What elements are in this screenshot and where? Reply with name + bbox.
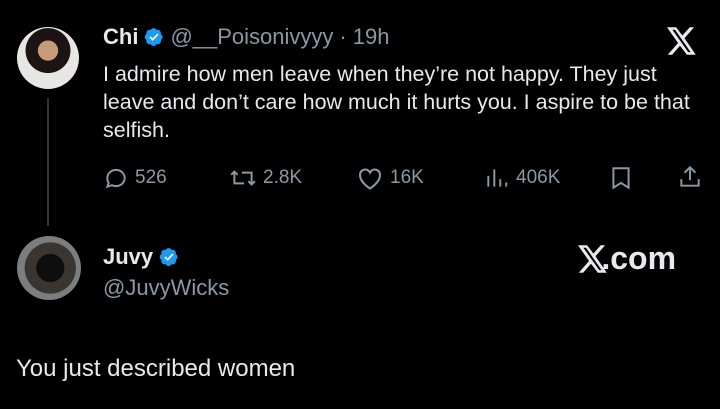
x-com-logo: X .com [578, 240, 676, 277]
avatar[interactable] [17, 27, 79, 89]
repost-button[interactable]: 2.8K [229, 165, 302, 191]
author-handle[interactable]: @__Poisonivyyy [170, 24, 333, 50]
heart-icon [359, 168, 381, 190]
x-logo-icon [667, 27, 696, 55]
separator-dot: · [339, 24, 347, 49]
share-icon[interactable] [677, 164, 703, 190]
verified-badge-icon [159, 248, 178, 266]
author-name[interactable]: Chi [103, 24, 138, 50]
repost-icon [230, 170, 256, 186]
tweet-header: Chi @__Poisonivyyy · 19h [103, 24, 389, 50]
timestamp[interactable]: 19h [353, 24, 390, 50]
author-name[interactable]: Juvy [103, 244, 153, 270]
reply-button[interactable]: 526 [103, 165, 167, 191]
thread-line [47, 98, 49, 226]
views-count: 406K [516, 167, 561, 188]
tweet-text: You just described women [16, 355, 296, 382]
views-chart-icon [487, 169, 508, 187]
repost-count: 2.8K [263, 167, 303, 188]
tweet-header: Juvy [103, 244, 179, 270]
tweet-text: I admire how men leave when they’re not … [103, 62, 690, 142]
avatar[interactable] [17, 236, 81, 300]
bookmark-icon[interactable] [609, 165, 633, 191]
reply-count: 526 [135, 167, 167, 188]
like-button[interactable]: 16K [356, 165, 424, 191]
verified-badge-icon [145, 28, 163, 46]
views-button[interactable]: 406K [484, 165, 560, 191]
like-count: 16K [390, 167, 424, 188]
reply-icon [105, 168, 126, 189]
author-handle[interactable]: @JuvyWicks [103, 275, 229, 301]
site-name: .com [601, 240, 677, 276]
